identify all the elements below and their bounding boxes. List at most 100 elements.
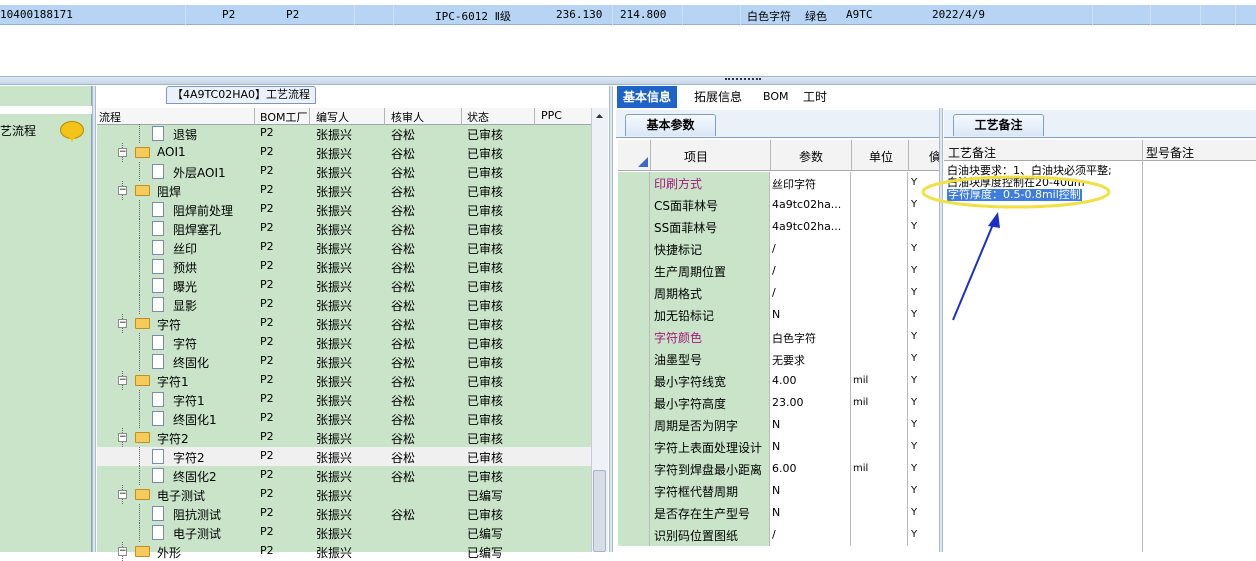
- param-row[interactable]: 周期格式 / Y: [618, 282, 940, 304]
- row-header[interactable]: [618, 524, 650, 546]
- middle-splitter[interactable]: [609, 86, 613, 552]
- param-unit-cell[interactable]: [851, 260, 908, 282]
- param-unit-cell[interactable]: [851, 436, 908, 458]
- row-header[interactable]: [618, 216, 650, 238]
- tree-group-row[interactable]: − 电子测试 P2 张振兴 已编写: [97, 485, 591, 504]
- param-value-cell[interactable]: N: [770, 502, 851, 524]
- param-row[interactable]: 印刷方式 丝印字符 Y: [618, 172, 940, 194]
- col-param[interactable]: 参数: [799, 148, 823, 165]
- row-header[interactable]: [618, 480, 650, 502]
- row-header[interactable]: [618, 172, 650, 194]
- param-row[interactable]: 识别码位置图纸 / Y: [618, 524, 940, 546]
- tree-group-row[interactable]: − AOI1 P2 张振兴 谷松 已审核: [97, 143, 591, 162]
- param-flag-cell[interactable]: Y: [908, 348, 940, 370]
- collapse-toggle-icon[interactable]: −: [118, 376, 127, 385]
- collapse-toggle-icon[interactable]: −: [118, 148, 127, 157]
- tab-extended-info[interactable]: 拓展信息: [688, 86, 748, 108]
- col-process-notes[interactable]: 工艺备注: [948, 144, 996, 161]
- param-row[interactable]: 字符框代替周期 N Y: [618, 480, 940, 502]
- collapse-toggle-icon[interactable]: −: [118, 490, 127, 499]
- col-reviewer[interactable]: 核审人: [391, 109, 424, 125]
- param-value-cell[interactable]: N: [770, 304, 851, 326]
- row-header[interactable]: [618, 370, 650, 392]
- param-unit-cell[interactable]: [851, 304, 908, 326]
- param-row[interactable]: 快捷标记 / Y: [618, 238, 940, 260]
- row-header[interactable]: [618, 436, 650, 458]
- tree-item-row[interactable]: 字符 P2 张振兴 谷松 已审核: [97, 333, 591, 352]
- param-flag-cell[interactable]: Y: [908, 436, 940, 458]
- row-header[interactable]: [618, 392, 650, 414]
- param-value-cell[interactable]: 23.00: [770, 392, 851, 414]
- tree-item-row[interactable]: 显影 P2 张振兴 谷松 已审核: [97, 295, 591, 314]
- param-row[interactable]: 字符颜色 白色字符 Y: [618, 326, 940, 348]
- param-unit-cell[interactable]: [851, 282, 908, 304]
- param-unit-cell[interactable]: [851, 524, 908, 546]
- tab-process-notes[interactable]: 工艺备注: [953, 114, 1044, 136]
- tree-group-row[interactable]: − 字符 P2 张振兴 谷松 已审核: [97, 314, 591, 333]
- collapse-toggle-icon[interactable]: −: [118, 186, 127, 195]
- param-unit-cell[interactable]: [851, 480, 908, 502]
- param-unit-cell[interactable]: [851, 194, 908, 216]
- tree-item-row[interactable]: 退锡 P2 张振兴 谷松 已审核: [97, 124, 591, 143]
- col-item[interactable]: 项目: [684, 148, 708, 165]
- tree-item-row[interactable]: 丝印 P2 张振兴 谷松 已审核: [97, 238, 591, 257]
- row-header[interactable]: [618, 194, 650, 216]
- param-flag-cell[interactable]: Y: [908, 502, 940, 524]
- tree-item-row[interactable]: 阻焊塞孔 P2 张振兴 谷松 已审核: [97, 219, 591, 238]
- tab-bom[interactable]: BOM: [757, 86, 795, 108]
- param-value-cell[interactable]: 4a9tc02ha...: [770, 216, 851, 238]
- param-row[interactable]: 是否存在生产型号 N Y: [618, 502, 940, 524]
- scroll-up-arrow-icon[interactable]: [592, 108, 607, 123]
- left-panel-title[interactable]: 艺流程: [0, 122, 36, 139]
- param-row[interactable]: 加无铅标记 N Y: [618, 304, 940, 326]
- row-header[interactable]: [618, 458, 650, 480]
- param-row[interactable]: 字符到焊盘最小距离 6.00 mil Y: [618, 458, 940, 480]
- col-status[interactable]: 状态: [467, 109, 489, 125]
- tree-item-row[interactable]: 字符2 P2 张振兴 谷松 已审核: [97, 447, 591, 466]
- param-unit-cell[interactable]: mil: [851, 370, 908, 392]
- tree-item-row[interactable]: 终固化2 P2 张振兴 谷松 已审核: [97, 466, 591, 485]
- row-header[interactable]: [618, 304, 650, 326]
- scrollbar-thumb[interactable]: [593, 470, 606, 552]
- param-flag-cell[interactable]: Y: [908, 414, 940, 436]
- param-value-cell[interactable]: 无要求: [770, 348, 851, 370]
- param-row[interactable]: 油墨型号 无要求 Y: [618, 348, 940, 370]
- row-header[interactable]: [618, 348, 650, 370]
- param-row[interactable]: 最小字符高度 23.00 mil Y: [618, 392, 940, 414]
- tab-basic-params[interactable]: 基本参数: [625, 114, 716, 136]
- param-value-cell[interactable]: N: [770, 480, 851, 502]
- collapse-toggle-icon[interactable]: −: [118, 433, 127, 442]
- param-value-cell[interactable]: N: [770, 414, 851, 436]
- param-flag-cell[interactable]: Y: [908, 392, 940, 414]
- tab-work-hours[interactable]: 工时: [797, 86, 833, 108]
- row-header[interactable]: [618, 502, 650, 524]
- col-ppc[interactable]: PPC: [541, 109, 562, 122]
- param-unit-cell[interactable]: [851, 216, 908, 238]
- left-splitter[interactable]: [92, 86, 96, 552]
- selected-grid-row[interactable]: 10400188171 P2 P2 IPC-6012 Ⅱ级 236.130 21…: [0, 5, 1256, 25]
- col-unit[interactable]: 单位: [869, 148, 893, 165]
- tree-group-row[interactable]: − 字符1 P2 张振兴 谷松 已审核: [97, 371, 591, 390]
- param-unit-cell[interactable]: [851, 414, 908, 436]
- param-row[interactable]: 字符上表面处理设计 N Y: [618, 436, 940, 458]
- row-header[interactable]: [618, 238, 650, 260]
- param-flag-cell[interactable]: Y: [908, 524, 940, 546]
- col-model-notes[interactable]: 型号备注: [1146, 144, 1194, 161]
- param-row[interactable]: 生产周期位置 / Y: [618, 260, 940, 282]
- param-row[interactable]: 周期是否为阴字 N Y: [618, 414, 940, 436]
- tree-item-row[interactable]: 电子测试 P2 张振兴 已编写: [97, 523, 591, 542]
- col-bom[interactable]: BOM工厂: [260, 109, 308, 125]
- tree-item-row[interactable]: 终固化1 P2 张振兴 谷松 已审核: [97, 409, 591, 428]
- tree-item-row[interactable]: 终固化 P2 张振兴 谷松 已审核: [97, 352, 591, 371]
- tree-group-row[interactable]: − 字符2 P2 张振兴 谷松 已审核: [97, 428, 591, 447]
- horizontal-splitter[interactable]: [0, 76, 1256, 85]
- param-value-cell[interactable]: N: [770, 436, 851, 458]
- tree-item-row[interactable]: 字符1 P2 张振兴 谷松 已审核: [97, 390, 591, 409]
- param-value-cell[interactable]: 6.00: [770, 458, 851, 480]
- row-header[interactable]: [618, 414, 650, 436]
- tree-item-row[interactable]: 外层AOI1 P2 张振兴 谷松 已审核: [97, 162, 591, 181]
- param-unit-cell[interactable]: [851, 172, 908, 194]
- param-value-cell[interactable]: /: [770, 282, 851, 304]
- param-value-cell[interactable]: /: [770, 238, 851, 260]
- param-value-cell[interactable]: /: [770, 260, 851, 282]
